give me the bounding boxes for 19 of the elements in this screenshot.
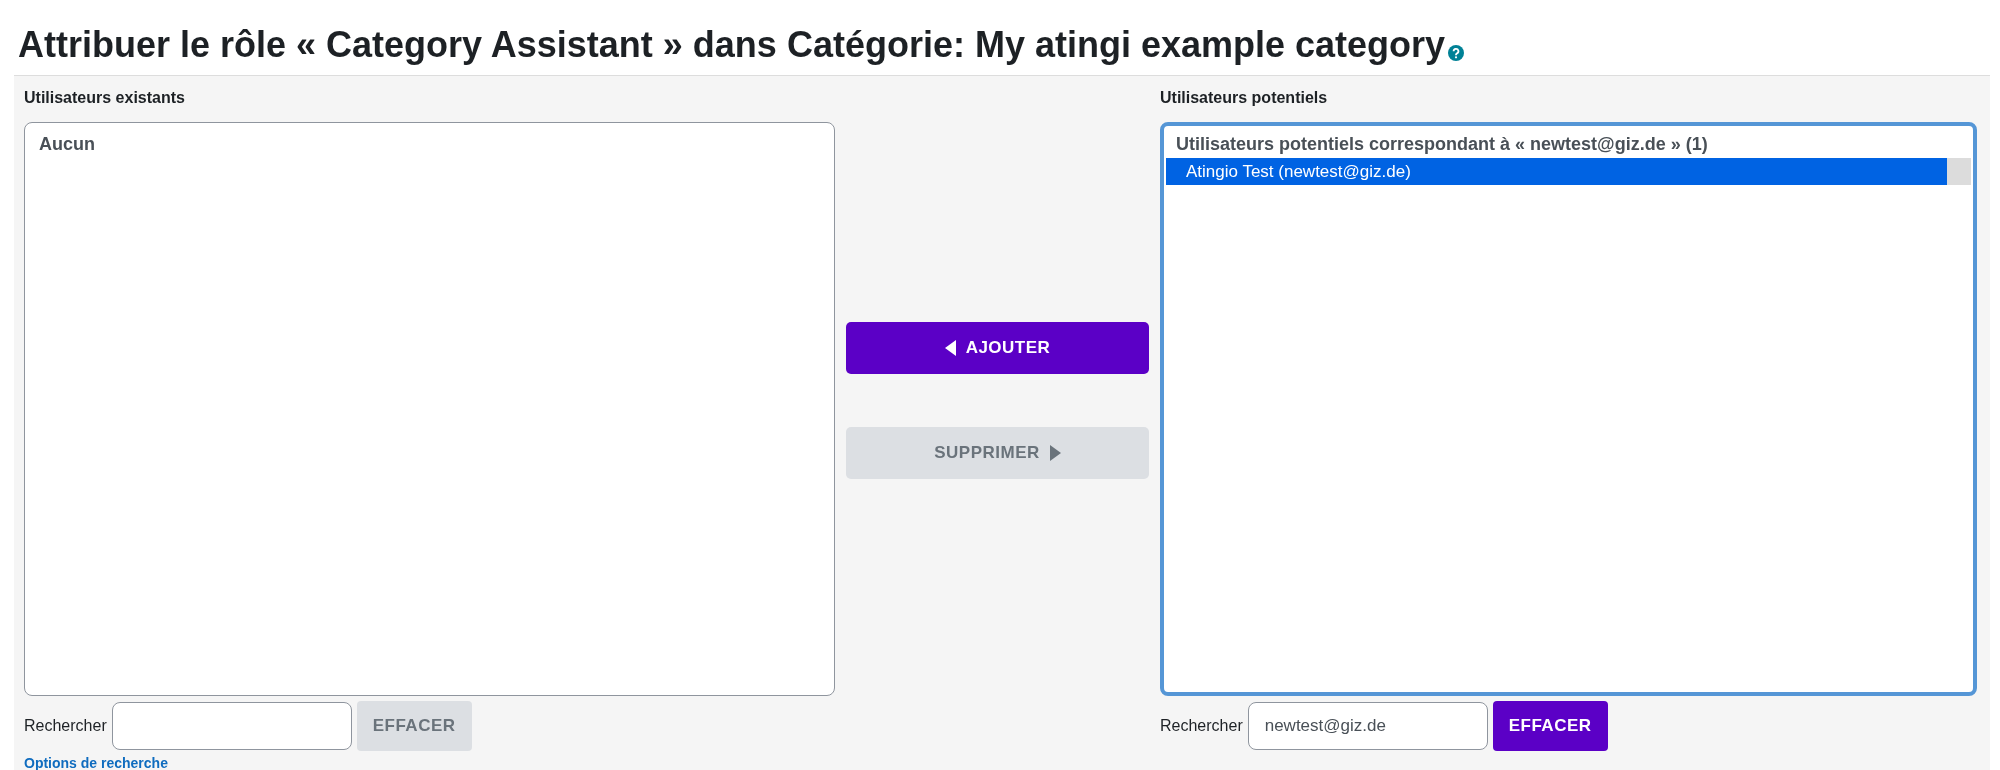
search-label: Rechercher (24, 715, 107, 736)
add-button[interactable]: AJOUTER (846, 321, 1149, 374)
right-triangle-icon (1049, 444, 1061, 461)
page-title: Attribuer le rôle « Category Assistant » dans Catégorie: My atingi example category (18, 23, 1446, 67)
scrollbar[interactable] (1947, 157, 1971, 186)
user-option[interactable]: Atingio Test (newtest@giz.de) (1166, 157, 1947, 186)
search-field[interactable]: newtest@giz.de (1247, 701, 1488, 750)
option-group-header: Aucun (38, 132, 96, 156)
help-icon[interactable] (1448, 44, 1465, 61)
search-label: Rechercher (1160, 715, 1243, 736)
search-field[interactable] (111, 701, 352, 750)
user-listbox[interactable]: Utilisateurs potentiels correspondant à « newtest@giz.de » (1) Atingio Test (newtest@giz.de) (1160, 121, 1977, 696)
option-group-header: Utilisateurs potentiels correspondant à « newtest@giz.de » (1) (1175, 132, 1709, 156)
search-options-link[interactable]: Options de recherche (24, 754, 168, 770)
left-triangle-icon (944, 339, 956, 356)
user-listbox[interactable]: Aucun (24, 121, 835, 696)
clear-button[interactable]: EFFACER (1492, 700, 1608, 751)
column-label: Utilisateurs potentiels (1160, 87, 1329, 108)
column-label: Utilisateurs existants (24, 87, 186, 108)
